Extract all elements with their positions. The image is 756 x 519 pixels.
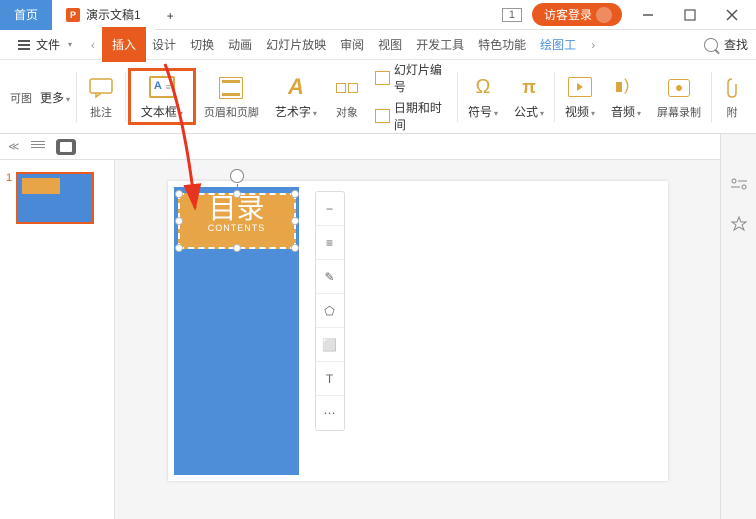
ribbon-object[interactable]: 对象	[325, 60, 369, 133]
slide-number-label: 1	[6, 172, 12, 224]
counter-badge[interactable]: 1	[502, 8, 522, 22]
sidebar-settings-button[interactable]	[729, 174, 749, 194]
textbox-title: 目录	[180, 195, 294, 223]
symbol-icon: Ω	[476, 76, 491, 99]
tab-view[interactable]: 视图	[372, 31, 408, 58]
outline-icon	[31, 141, 45, 153]
search-icon	[704, 38, 718, 52]
close-button[interactable]	[716, 5, 748, 25]
wordart-icon: A	[288, 74, 304, 100]
slide-thumbnail[interactable]: 1	[0, 168, 114, 228]
ribbon-textbox[interactable]: 文本框▾	[133, 73, 191, 120]
float-more-button[interactable]: ⋯	[316, 396, 344, 430]
header-footer-icon	[219, 77, 243, 99]
collapse-panel-button[interactable]: ≪	[8, 140, 20, 153]
guest-login-button[interactable]: 访客登录	[532, 3, 622, 26]
document-title: 演示文稿1	[86, 6, 141, 23]
resize-handle-w[interactable]	[175, 217, 183, 225]
ribbon-image-partial[interactable]: 可图	[6, 60, 36, 133]
tab-drawing[interactable]: 绘图工	[534, 31, 582, 58]
workspace-toolbar: ≪	[0, 134, 720, 160]
tab-home[interactable]: 首页	[0, 0, 52, 30]
ribbon-attach[interactable]: 附	[714, 60, 750, 133]
resize-handle-sw[interactable]	[175, 244, 183, 252]
canvas-area[interactable]: 目录 CONTENTS − ≡ ✎ ⬠ ⬜ T ⋯	[115, 134, 720, 519]
presentation-icon: P	[66, 8, 80, 22]
outline-view-button[interactable]	[28, 139, 48, 155]
ribbon: 可图 更多▾ 批注 文本框▾ 页眉和页脚 A 艺术字▾ 对象 幻灯片编号 日期和…	[0, 60, 756, 134]
ribbon-video[interactable]: 视频▾	[557, 60, 603, 133]
ribbon-textbox-highlight: 文本框▾	[128, 68, 196, 125]
title-bar: 首页 P 演示文稿1 + 1 访客登录	[0, 0, 756, 30]
scroll-left-button[interactable]: ‹	[84, 38, 102, 52]
resize-handle-e[interactable]	[291, 217, 299, 225]
scroll-right-button[interactable]: ›	[584, 38, 602, 52]
tab-insert[interactable]: 插入	[104, 29, 144, 60]
search-button[interactable]: 查找	[704, 36, 748, 53]
thumbnail-view-button[interactable]	[56, 139, 76, 155]
minimize-button[interactable]	[632, 5, 664, 25]
ribbon-screen-record[interactable]: 屏幕录制	[649, 60, 709, 133]
record-icon	[668, 79, 690, 97]
float-edit-button[interactable]: ✎	[316, 260, 344, 294]
ribbon-slide-number[interactable]: 幻灯片编号	[375, 59, 449, 97]
tab-design[interactable]: 设计	[146, 31, 182, 58]
resize-handle-s[interactable]	[233, 244, 241, 252]
tab-slideshow[interactable]: 幻灯片放映	[260, 31, 332, 58]
hamburger-icon	[18, 40, 30, 50]
right-sidebar	[720, 134, 756, 519]
ribbon-symbol[interactable]: Ω 符号▾	[460, 60, 506, 133]
slide-canvas[interactable]: 目录 CONTENTS − ≡ ✎ ⬠ ⬜ T ⋯	[168, 181, 668, 481]
float-text-button[interactable]: T	[316, 362, 344, 396]
ribbon-formula[interactable]: π 公式▾	[506, 60, 552, 133]
video-icon	[568, 77, 592, 97]
avatar-icon	[596, 7, 612, 23]
slide-thumbnail-preview	[16, 172, 94, 224]
textbox-icon	[149, 76, 175, 98]
tab-transition[interactable]: 切换	[184, 31, 220, 58]
sidebar-favorite-button[interactable]	[729, 214, 749, 234]
rotate-handle[interactable]	[230, 169, 244, 183]
slide-number-icon	[375, 71, 390, 85]
ribbon-audio[interactable]: 音频▾	[603, 60, 649, 133]
new-tab-button[interactable]: +	[155, 4, 186, 25]
file-menu[interactable]: 文件 ▾	[8, 36, 82, 53]
ribbon-wordart[interactable]: A 艺术字▾	[267, 60, 325, 133]
float-frame-button[interactable]: ⬜	[316, 328, 344, 362]
ribbon-datetime[interactable]: 日期和时间	[375, 97, 449, 135]
textbox-subtitle: CONTENTS	[180, 223, 294, 233]
ribbon-header-footer[interactable]: 页眉和页脚	[196, 60, 267, 133]
tab-review[interactable]: 审阅	[334, 31, 370, 58]
ribbon-comment[interactable]: 批注	[79, 60, 123, 133]
workspace: 1 目录 CONTENTS − ≡	[0, 134, 720, 519]
floating-toolbar: − ≡ ✎ ⬠ ⬜ T ⋯	[315, 191, 345, 431]
selected-textbox[interactable]: 目录 CONTENTS	[178, 193, 296, 249]
menu-bar: 文件 ▾ ‹ 插入 设计 切换 动画 幻灯片放映 审阅 视图 开发工具 特色功能…	[0, 30, 756, 60]
thumbnail-icon	[60, 142, 72, 152]
ribbon-more[interactable]: 更多▾	[36, 60, 74, 133]
maximize-button[interactable]	[674, 5, 706, 25]
resize-handle-n[interactable]	[233, 190, 241, 198]
float-shape-button[interactable]: ⬠	[316, 294, 344, 328]
resize-handle-se[interactable]	[291, 244, 299, 252]
float-collapse-button[interactable]: −	[316, 192, 344, 226]
tab-animation[interactable]: 动画	[222, 31, 258, 58]
slide-panel: 1	[0, 134, 115, 519]
tab-document[interactable]: P 演示文稿1	[52, 0, 155, 30]
tab-developer[interactable]: 开发工具	[410, 31, 470, 58]
object-icon	[336, 83, 358, 93]
float-layers-button[interactable]: ≡	[316, 226, 344, 260]
resize-handle-ne[interactable]	[291, 190, 299, 198]
tab-features[interactable]: 特色功能	[472, 31, 532, 58]
resize-handle-nw[interactable]	[175, 190, 183, 198]
audio-icon	[616, 77, 636, 97]
formula-icon: π	[522, 77, 536, 98]
datetime-icon	[375, 109, 390, 123]
